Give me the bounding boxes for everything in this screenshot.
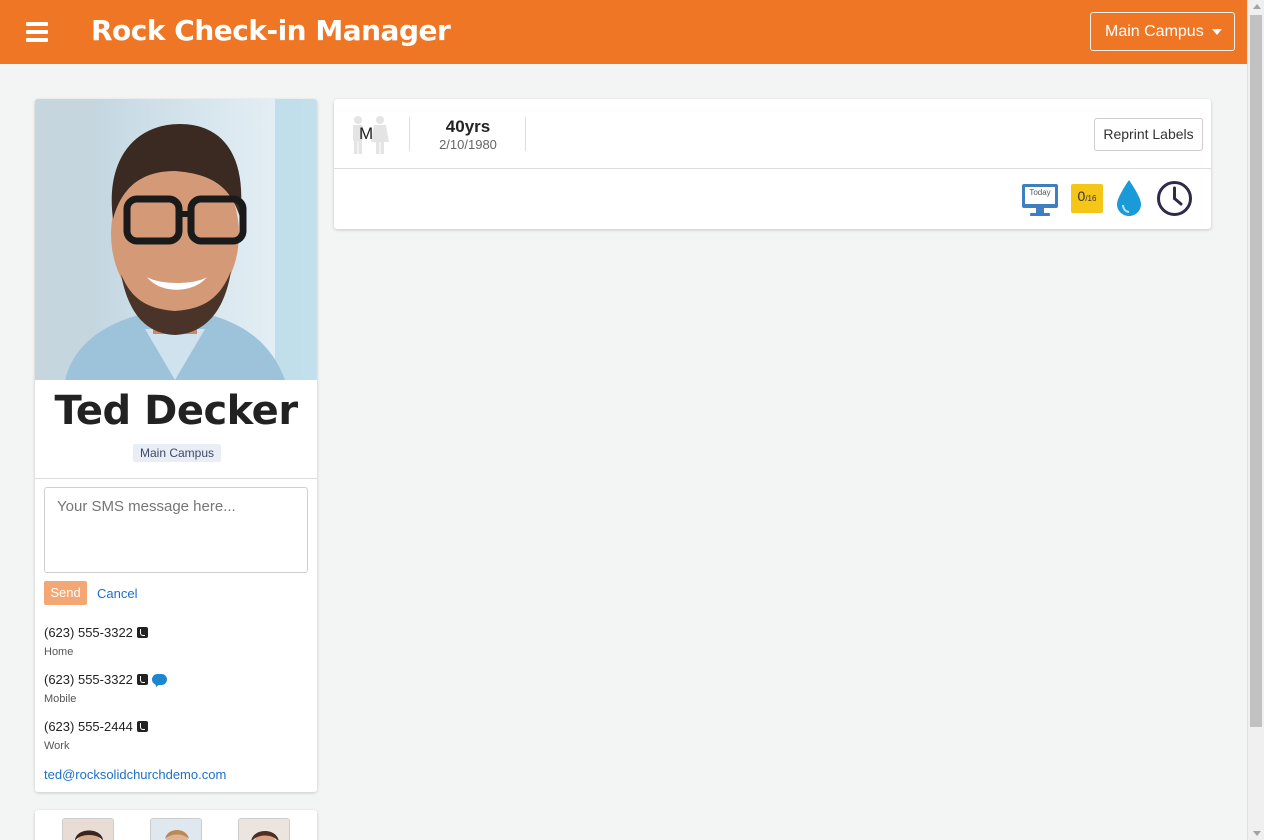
phone-type-label: Mobile [44,693,77,705]
phone-number[interactable]: (623) 555-2444 [44,719,133,734]
vertical-scrollbar[interactable] [1247,0,1264,840]
gender-value: M [359,124,374,143]
sms-message-input[interactable] [44,487,308,573]
campus-selector-label: Main Campus [1105,22,1204,40]
person-profile-card: Ted Decker Main Campus Send Cancel (623)… [35,99,317,792]
divider [35,478,317,479]
birthdate-value: 2/10/1980 [439,137,497,152]
monitor-icon[interactable]: Today [1021,183,1059,217]
phone-number[interactable]: (623) 555-3322 [44,672,133,687]
scroll-down-arrow[interactable] [1253,831,1261,836]
top-navbar: Rock Check-in Manager Main Campus [0,0,1247,64]
scroll-thumb[interactable] [1250,15,1262,727]
checkin-count-badge[interactable]: 0/16 [1071,184,1103,213]
reprint-labels-button[interactable]: Reprint Labels [1094,118,1203,151]
family-member-avatar[interactable] [150,818,202,840]
phone-type-label: Work [44,740,70,752]
caret-down-icon [1211,28,1222,35]
phone-work-row: (623) 555-2444 [44,719,148,734]
family-member-avatar[interactable] [238,818,290,840]
age-value: 40yrs [445,117,491,136]
email-link[interactable]: ted@rocksolidchurchdemo.com [44,767,226,782]
menu-icon[interactable] [26,22,48,42]
checkin-total: /16 [1085,194,1097,203]
cancel-sms-link[interactable]: Cancel [97,586,137,601]
scroll-up-arrow[interactable] [1253,4,1261,9]
phone-number[interactable]: (623) 555-3322 [44,625,133,640]
family-member-avatar[interactable] [62,818,114,840]
phone-mobile-row: (623) 555-3322 [44,672,167,687]
person-summary-card: M 40yrs 2/10/1980 Reprint Labels Today 0… [334,99,1211,229]
family-members-card [35,810,317,840]
app-title: Rock Check-in Manager [91,14,451,47]
campus-selector-button[interactable]: Main Campus [1090,12,1235,51]
phone-icon[interactable] [136,627,148,638]
clock-icon[interactable] [1156,180,1193,217]
phone-home-row: (623) 555-3322 [44,625,148,640]
sms-icon[interactable] [151,674,167,685]
phone-type-label: Home [44,646,74,658]
send-sms-button[interactable]: Send [44,581,87,605]
person-photo [35,99,317,380]
water-drop-icon[interactable] [1115,179,1143,217]
person-name: Ted Decker [54,388,298,434]
phone-icon[interactable] [136,721,148,732]
today-label: Today [1029,188,1050,197]
divider [334,168,1211,169]
divider [525,117,526,151]
phone-icon[interactable] [136,674,148,685]
campus-badge: Main Campus [133,444,222,462]
